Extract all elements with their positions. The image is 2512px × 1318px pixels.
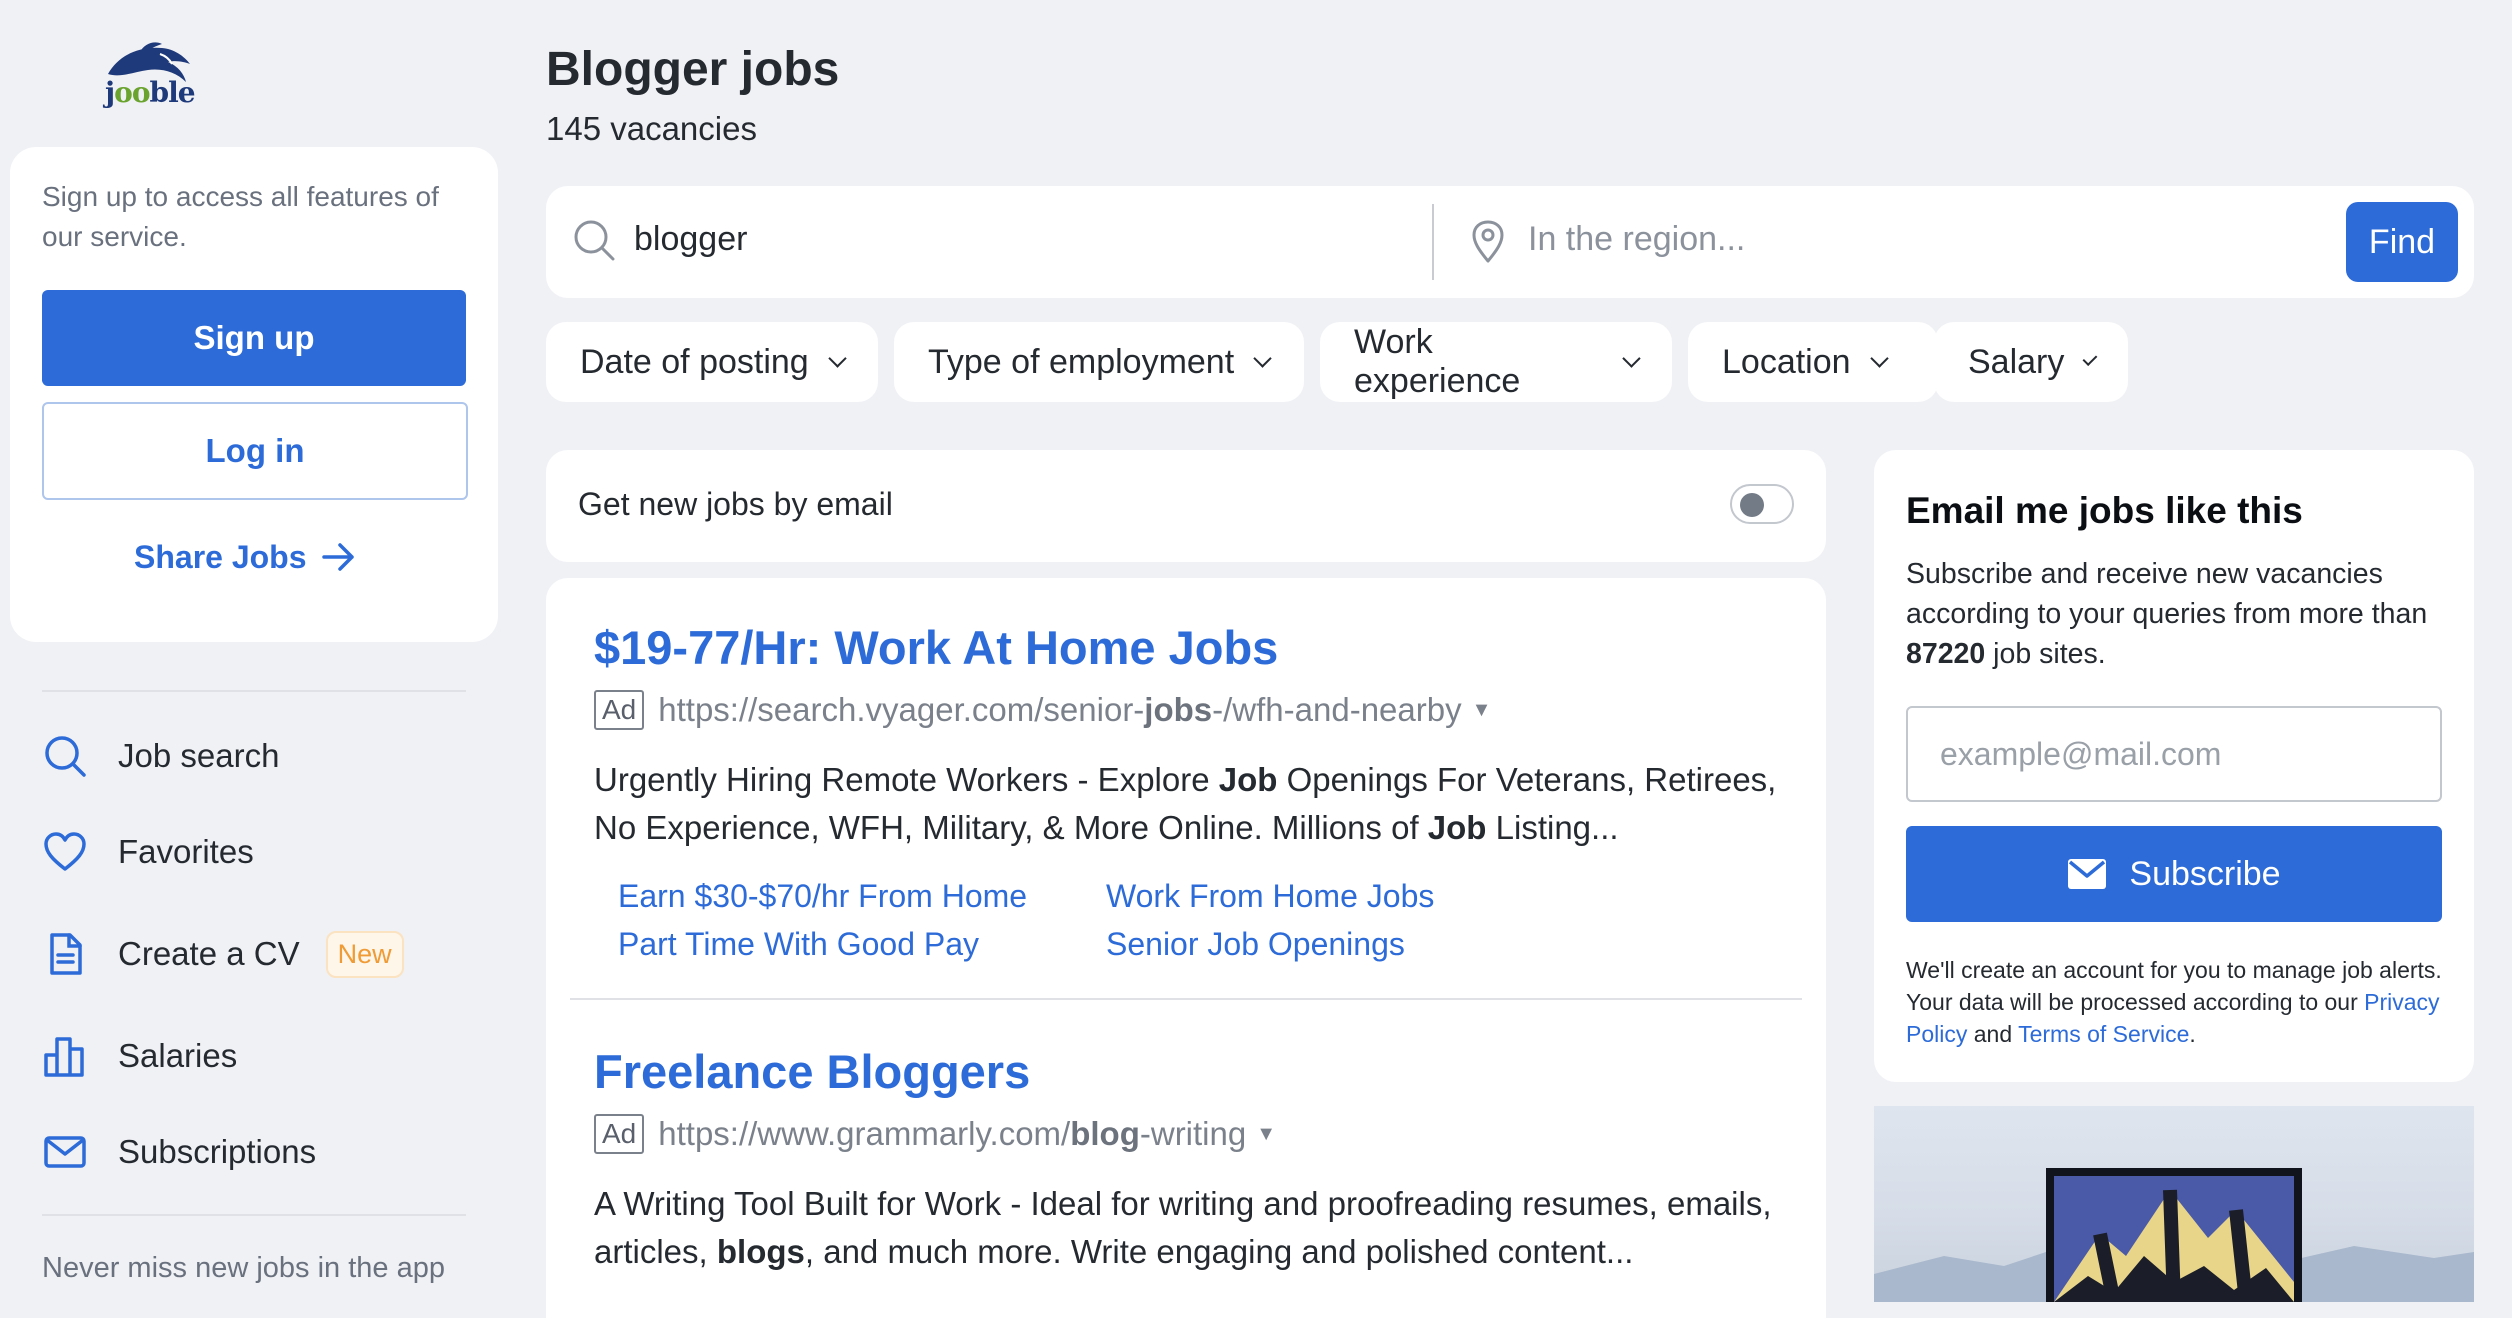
mountain-landscape-image: [1874, 1168, 2474, 1302]
page-title: Blogger jobs: [546, 43, 840, 96]
chevron-down-icon: [2082, 350, 2098, 366]
search-bar: blogger In the region... Find: [546, 186, 2474, 298]
nav-item-salaries[interactable]: Salaries: [42, 1028, 237, 1084]
share-jobs-link[interactable]: Share Jobs: [134, 537, 357, 577]
ad-title[interactable]: $19-77/Hr: Work At Home Jobs: [594, 620, 1278, 675]
chevron-down-icon: [1253, 348, 1272, 368]
heart-icon: [44, 832, 86, 871]
nav-label: Job search: [118, 737, 280, 774]
chevron-down-icon: [1622, 348, 1641, 368]
job-list: $19-77/Hr: Work At Home Jobs Ad https://…: [546, 578, 1826, 1318]
email-alert-toggle[interactable]: [1730, 484, 1794, 524]
search-separator: [1432, 204, 1434, 280]
nav-label: Create a CV: [118, 935, 300, 972]
nav-label: Favorites: [118, 833, 254, 870]
ad-url-row[interactable]: Ad https://search.vyager.com/senior-jobs…: [594, 690, 1491, 730]
keyword-input[interactable]: blogger: [634, 220, 747, 259]
filter-label: Salary: [1968, 342, 2065, 381]
ad-url-row[interactable]: Ad https://www.grammarly.com/blog-writin…: [594, 1114, 1276, 1154]
dropdown-triangle-icon: ▼: [1256, 1122, 1277, 1145]
search-icon: [45, 736, 86, 777]
ad-url: https://www.grammarly.com/blog-writing: [658, 1115, 1247, 1152]
envelope-icon: [44, 1136, 86, 1168]
bar-chart-icon: [44, 1037, 84, 1077]
toggle-knob: [1740, 493, 1764, 517]
ad-description: Urgently Hiring Remote Workers - Explore…: [594, 761, 1777, 846]
share-jobs-label: Share Jobs: [134, 538, 307, 575]
vacancy-count: 145 vacancies: [546, 110, 757, 147]
ad-sitelink[interactable]: Senior Job Openings: [1106, 926, 1405, 963]
ad-sitelink[interactable]: Earn $30-$70/hr From Home: [618, 878, 1027, 915]
dropdown-triangle-icon: ▼: [1471, 698, 1492, 721]
envelope-icon: [2068, 859, 2107, 889]
ad-separator: [570, 998, 1802, 1000]
subscribe-label: Subscribe: [2129, 854, 2281, 893]
promo-banner-image[interactable]: [1874, 1106, 2474, 1302]
filter-location[interactable]: Location: [1688, 322, 1938, 402]
email-alert-label: Get new jobs by email: [578, 486, 893, 522]
logo-wordmark: jooble: [105, 76, 196, 109]
filter-work-experience[interactable]: Work experience: [1320, 322, 1672, 402]
ad-url: https://search.vyager.com/senior-jobs-/w…: [658, 691, 1462, 728]
location-pin-icon: [1472, 220, 1504, 263]
login-button[interactable]: Log in: [42, 402, 468, 500]
email-alert-card: Get new jobs by email: [546, 450, 1826, 562]
filter-label: Date of posting: [580, 342, 809, 381]
chevron-down-icon: [1869, 348, 1889, 368]
signup-prompt: Sign up to access all features of our se…: [42, 181, 439, 252]
sidebar-divider: [42, 690, 466, 692]
filter-label: Work experience: [1354, 323, 1521, 400]
nav-label: Salaries: [118, 1037, 238, 1074]
filter-type-of-employment[interactable]: Type of employment: [894, 322, 1304, 402]
signup-card: Sign up to access all features of our se…: [10, 147, 498, 642]
filter-label: Type of employment: [928, 342, 1235, 381]
find-button[interactable]: Find: [2346, 202, 2458, 282]
ad-sitelink[interactable]: Work From Home Jobs: [1106, 878, 1434, 915]
subscribe-button[interactable]: Subscribe: [1906, 826, 2442, 922]
nav-item-job-search[interactable]: Job search: [42, 728, 279, 784]
app-hint: Never miss new jobs in the app: [42, 1252, 445, 1284]
ad-description: A Writing Tool Built for Work - Ideal fo…: [594, 1185, 1772, 1270]
nav-item-subscriptions[interactable]: Subscriptions: [42, 1124, 316, 1180]
email-input[interactable]: [1906, 706, 2442, 802]
signup-button[interactable]: Sign up: [42, 290, 466, 386]
sidebar-divider: [42, 1214, 466, 1216]
region-input[interactable]: In the region...: [1528, 220, 1745, 259]
filter-salary[interactable]: Salary: [1934, 322, 2128, 402]
chevron-down-icon: [828, 348, 847, 368]
search-icon: [574, 220, 615, 261]
terms-of-service-link[interactable]: Terms of Service: [2018, 1021, 2189, 1047]
ad-sitelink[interactable]: Part Time With Good Pay: [618, 926, 979, 963]
document-icon: [50, 933, 82, 975]
subscribe-panel: Email me jobs like this Subscribe and re…: [1874, 450, 2474, 1082]
ad-badge: Ad: [594, 690, 645, 730]
nav-item-favorites[interactable]: Favorites: [42, 824, 254, 880]
subscribe-description: Subscribe and receive new vacancies acco…: [1906, 558, 2428, 670]
subscribe-title: Email me jobs like this: [1906, 490, 2303, 531]
legal-notice: We'll create an account for you to manag…: [1906, 957, 2442, 1047]
filter-label: Location: [1722, 342, 1851, 381]
jooble-logo[interactable]: jooble: [100, 38, 210, 118]
arrow-right-icon: [321, 543, 354, 571]
filter-date-of-posting[interactable]: Date of posting: [546, 322, 878, 402]
ad-badge: Ad: [594, 1114, 645, 1154]
nav-item-create-cv[interactable]: Create a CV New: [42, 926, 404, 982]
nav-label: Subscriptions: [118, 1133, 317, 1170]
ad-title[interactable]: Freelance Bloggers: [594, 1044, 1030, 1099]
new-badge: New: [325, 930, 404, 978]
